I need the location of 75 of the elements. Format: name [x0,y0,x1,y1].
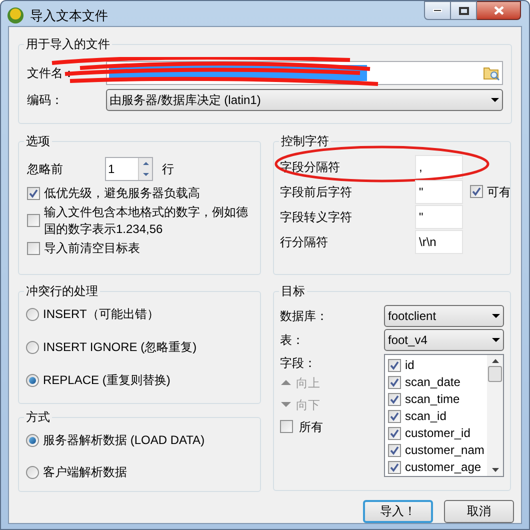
radio-label: INSERT IGNORE (忽略重复) [43,338,197,356]
character-field[interactable]: \r\n [415,230,463,254]
minimize-button[interactable] [424,1,451,20]
radio-label: 客户端解析数据 [43,464,127,480]
close-icon [494,6,504,15]
dialog-button[interactable]: 取消 [444,500,514,522]
up-triangle-icon [280,379,292,386]
caret-icon [492,338,500,342]
checkbox-label: 输入文件包含本地格式的数字，例如德国的数字表示1.234,56 [44,204,249,238]
folder-search-icon[interactable] [483,64,500,80]
checkbox[interactable] [388,460,401,474]
character-field[interactable]: , [415,154,463,178]
checkbox-label: 低优先级，避免服务器负载高 [44,184,200,202]
checkbox-label: 导入前清空目标表 [44,240,140,256]
field-label: 忽略前 [27,160,64,178]
field-label: 文件名： [27,64,76,82]
group-title: 方式 [24,408,52,424]
app-icon [7,7,24,24]
scroll-down-icon[interactable] [492,468,498,472]
checkbox[interactable] [280,420,293,433]
checkbox[interactable] [27,214,40,227]
field-label: 数据库： [280,308,329,324]
close-button[interactable] [477,1,521,20]
scrollbar[interactable] [487,354,503,476]
group-title: 冲突行的处理 [24,282,100,298]
checkbox[interactable] [388,358,401,372]
checkbox[interactable] [388,392,401,406]
dropdown[interactable]: footclient [384,304,504,326]
radio-label: INSERT（可能出错） [43,306,159,322]
radio-label: 服务器解析数据 (LOAD DATA) [43,432,205,448]
dropdown[interactable]: 由服务器/数据库决定 (latin1) [106,88,503,110]
field-name[interactable]: scan_time [405,390,460,408]
field-name[interactable]: scan_id [405,407,446,425]
checkbox[interactable] [27,242,40,254]
down-triangle-icon [280,401,292,408]
radio-button[interactable] [26,340,39,354]
group-title: 目标 [279,282,307,298]
field-label: 行分隔符 [280,234,329,250]
radio-button[interactable] [26,308,39,320]
field-name[interactable]: customer_age [405,458,482,476]
field-label: 表： [280,332,305,348]
maximize-button[interactable] [451,1,477,20]
field-label: 字段前后字符 [280,184,353,200]
field-name[interactable]: customer_id [405,424,470,442]
checkbox[interactable] [470,185,483,198]
checkbox[interactable] [388,410,401,422]
group-title: 用于导入的文件 [24,36,112,52]
field-name[interactable]: scan_date [405,373,460,391]
character-field[interactable]: " [415,180,463,204]
checkbox-label: 所有 [299,418,323,436]
field-name[interactable]: id [405,356,414,374]
group-title: 选项 [24,132,52,148]
window-title: 导入文本文件 [30,7,108,25]
caret-icon [492,314,500,318]
checkbox[interactable] [388,426,401,440]
scroll-thumb[interactable] [488,366,502,382]
field-label: 字段转义字符 [280,208,353,226]
checkbox[interactable] [27,186,40,200]
radio-button[interactable] [26,434,39,446]
radio-button[interactable] [26,466,39,478]
radio-button[interactable] [26,374,39,386]
field-name[interactable]: customer_nam [405,441,484,459]
checkbox[interactable] [388,444,401,456]
character-field[interactable]: " [415,204,463,228]
field-label: 行 [162,160,174,178]
field-label: 字段： [280,354,317,372]
radio-label: REPLACE (重复则替换) [43,372,170,388]
caret-icon [491,98,499,102]
group-title: 控制字符 [279,132,331,148]
dialog-button[interactable]: 导入！ [363,500,433,522]
dropdown[interactable]: foot_v4 [384,328,504,350]
field-label: 编码： [27,92,64,108]
rows-spinner[interactable]: 1 [105,156,153,180]
checkbox[interactable] [388,376,401,388]
scroll-up-icon[interactable] [492,358,498,362]
